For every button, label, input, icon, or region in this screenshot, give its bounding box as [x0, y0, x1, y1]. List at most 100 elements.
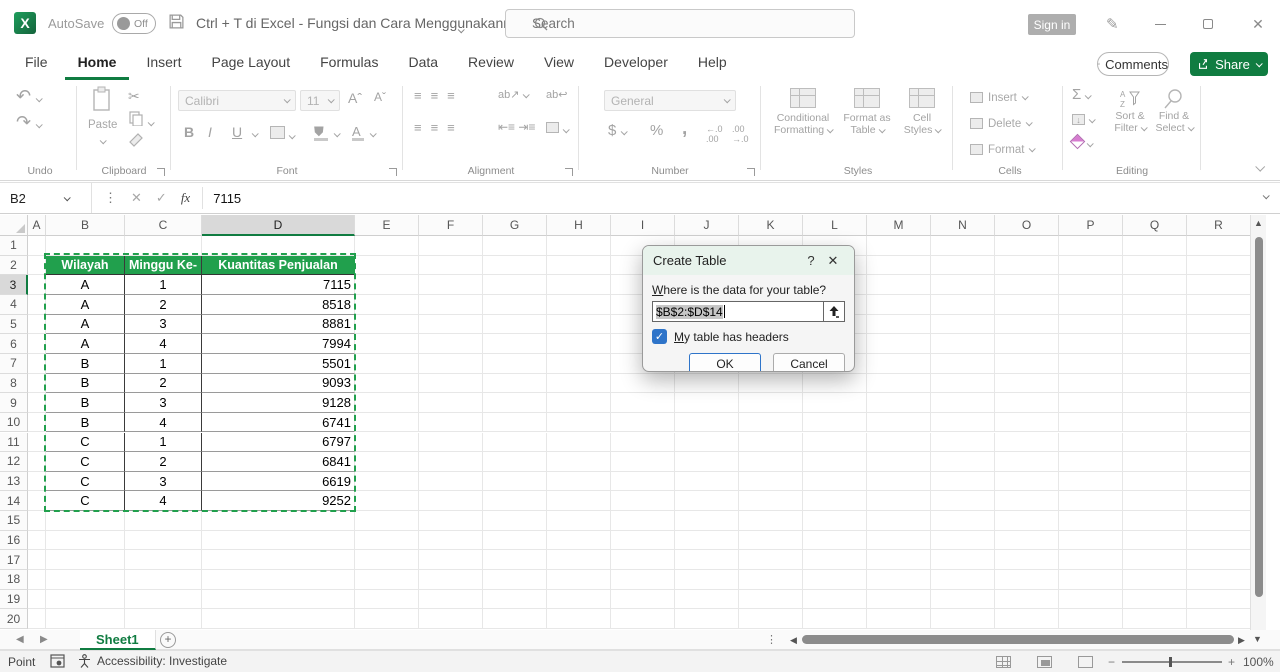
cell[interactable] [419, 393, 483, 413]
cell[interactable] [355, 374, 419, 394]
cell[interactable] [28, 275, 46, 295]
cell[interactable] [611, 452, 675, 472]
cell[interactable] [1123, 334, 1187, 354]
cell[interactable] [125, 531, 202, 551]
row-header-11[interactable]: 11 [0, 433, 28, 453]
cell[interactable]: 1 [125, 354, 202, 374]
row-header-19[interactable]: 19 [0, 590, 28, 610]
fill-color-icon[interactable]: ⛊ [314, 124, 328, 141]
cell[interactable] [46, 590, 125, 610]
cell[interactable] [867, 511, 931, 531]
cell[interactable] [483, 590, 547, 610]
cell[interactable] [1059, 511, 1123, 531]
cell[interactable]: C [46, 433, 125, 453]
tab-help[interactable]: Help [685, 47, 740, 80]
sheet-prev-icon[interactable]: ◀ [16, 634, 24, 645]
shrink-font-icon[interactable]: Aˇ [374, 90, 386, 104]
cell[interactable] [931, 413, 995, 433]
cell[interactable] [867, 472, 931, 492]
row-header-16[interactable]: 16 [0, 531, 28, 551]
cell[interactable]: Kuantitas Penjualan [202, 256, 355, 276]
comma-style-icon[interactable]: , [682, 118, 687, 140]
cell[interactable] [867, 236, 931, 256]
cell[interactable] [1123, 315, 1187, 335]
cell[interactable] [1187, 236, 1250, 256]
cell[interactable] [202, 531, 355, 551]
cell[interactable] [611, 374, 675, 394]
scroll-right-icon[interactable]: ▶ [1238, 635, 1245, 646]
row-header-5[interactable]: 5 [0, 315, 28, 335]
cell[interactable] [419, 315, 483, 335]
cell[interactable] [419, 531, 483, 551]
cell[interactable] [931, 452, 995, 472]
cell[interactable] [931, 609, 995, 629]
cell[interactable] [803, 609, 867, 629]
cell[interactable] [419, 374, 483, 394]
formula-bar-handle-icon[interactable]: ⋮ [104, 190, 117, 206]
cell[interactable] [1059, 550, 1123, 570]
cell[interactable] [28, 354, 46, 374]
cell[interactable] [739, 511, 803, 531]
cell[interactable] [1123, 531, 1187, 551]
normal-view-icon[interactable] [996, 656, 1011, 668]
expand-formula-bar-icon[interactable] [1263, 192, 1270, 199]
cell[interactable] [28, 590, 46, 610]
font-color-chevron-icon[interactable] [370, 130, 377, 137]
cell[interactable] [995, 550, 1059, 570]
cell[interactable] [867, 609, 931, 629]
close-button[interactable]: ✕ [1248, 16, 1268, 32]
vertical-scroll-thumb[interactable] [1255, 237, 1263, 597]
cell[interactable] [28, 256, 46, 276]
cell[interactable] [355, 236, 419, 256]
underline-chevron-icon[interactable] [252, 130, 259, 137]
cell[interactable] [867, 413, 931, 433]
cell[interactable] [28, 413, 46, 433]
cell[interactable] [1187, 256, 1250, 276]
cell[interactable]: 2 [125, 452, 202, 472]
cell[interactable]: 4 [125, 334, 202, 354]
grow-font-icon[interactable]: Aˆ [348, 90, 362, 106]
cell[interactable] [419, 295, 483, 315]
cell[interactable] [28, 452, 46, 472]
cell[interactable] [547, 590, 611, 610]
delete-cells-button[interactable]: Delete [970, 114, 1031, 133]
cell[interactable] [28, 236, 46, 256]
cell[interactable] [995, 491, 1059, 511]
cell[interactable] [803, 550, 867, 570]
row-header-15[interactable]: 15 [0, 511, 28, 531]
cell[interactable] [611, 393, 675, 413]
cell[interactable]: Minggu Ke- [125, 256, 202, 276]
cell[interactable] [28, 511, 46, 531]
cell[interactable] [739, 590, 803, 610]
cell[interactable] [1187, 295, 1250, 315]
cell[interactable] [1187, 413, 1250, 433]
cell[interactable] [611, 491, 675, 511]
search-input[interactable] [532, 16, 782, 31]
cell[interactable] [419, 334, 483, 354]
cell[interactable] [1187, 315, 1250, 335]
dialog-help-icon[interactable]: ? [800, 253, 822, 268]
cell[interactable] [803, 413, 867, 433]
tab-home[interactable]: Home [65, 47, 130, 80]
cell[interactable] [419, 354, 483, 374]
title-chevron-icon[interactable] [458, 20, 463, 38]
range-picker-button[interactable] [823, 301, 845, 322]
cell[interactable] [867, 570, 931, 590]
cell[interactable] [675, 570, 739, 590]
italic-button[interactable]: I [208, 124, 212, 140]
document-title[interactable]: Ctrl + T di Excel - Fungsi dan Cara Meng… [196, 15, 526, 31]
cell[interactable] [483, 550, 547, 570]
cell[interactable] [675, 531, 739, 551]
cell[interactable] [483, 315, 547, 335]
cell[interactable] [125, 570, 202, 590]
cell[interactable]: 3 [125, 472, 202, 492]
cell[interactable] [867, 393, 931, 413]
cell[interactable] [739, 550, 803, 570]
cell[interactable] [867, 315, 931, 335]
cell[interactable] [739, 570, 803, 590]
column-header-k[interactable]: K [739, 215, 803, 236]
cell[interactable] [419, 413, 483, 433]
scroll-down-icon[interactable]: ▼ [1253, 634, 1262, 644]
share-button[interactable]: Share [1190, 52, 1268, 76]
cell[interactable] [931, 570, 995, 590]
